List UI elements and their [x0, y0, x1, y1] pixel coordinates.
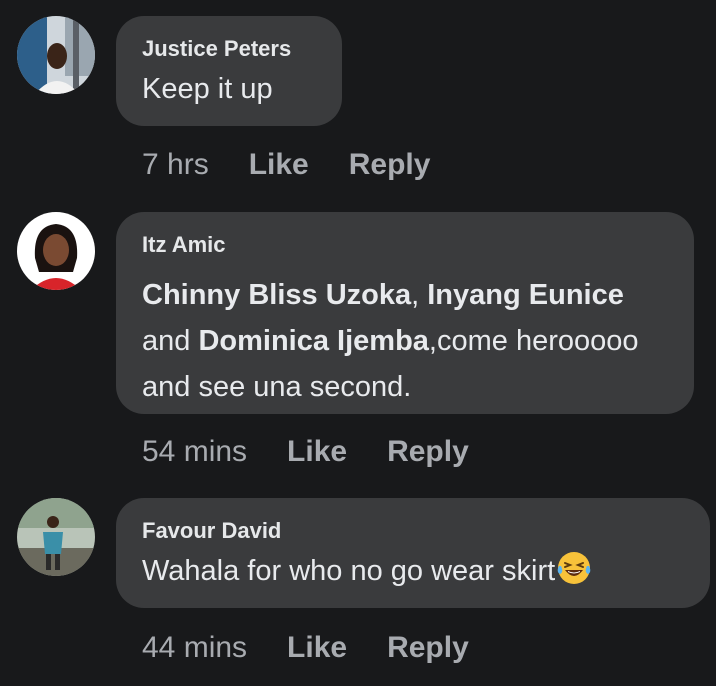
avatar[interactable]: [17, 498, 95, 576]
profile-photo-icon: [17, 498, 95, 576]
comment-bubble: Favour David Wahala for who no go wear s…: [116, 498, 710, 608]
mention-separator: ,: [411, 279, 428, 311]
laughing-tears-emoji-icon: [557, 552, 591, 584]
like-button[interactable]: Like: [249, 147, 309, 183]
comment-author[interactable]: Itz Amic: [142, 232, 668, 258]
comment-actions: 7 hrs Like Reply: [142, 147, 430, 183]
mention-separator: and: [142, 325, 199, 357]
comment-author[interactable]: Favour David: [142, 518, 684, 544]
profile-photo-icon: [17, 212, 95, 290]
comment-actions: 44 mins Like Reply: [142, 630, 469, 666]
comment-text-body: Wahala for who no go wear skirt: [142, 555, 556, 587]
comment-text: Wahala for who no go wear skirt: [142, 548, 684, 594]
comment-timestamp[interactable]: 54 mins: [142, 434, 247, 470]
mention-inyang-eunice[interactable]: Inyang Eunice: [427, 279, 624, 311]
profile-photo-icon: [17, 16, 95, 94]
comment-timestamp[interactable]: 7 hrs: [142, 147, 209, 183]
reply-button[interactable]: Reply: [387, 630, 469, 666]
comment-author[interactable]: Justice Peters: [142, 36, 316, 62]
like-button[interactable]: Like: [287, 434, 347, 470]
avatar[interactable]: [17, 16, 95, 94]
comment-actions: 54 mins Like Reply: [142, 434, 469, 470]
reply-button[interactable]: Reply: [387, 434, 469, 470]
like-button[interactable]: Like: [287, 630, 347, 666]
mention-chinny-bliss-uzoka[interactable]: Chinny Bliss Uzoka: [142, 279, 411, 311]
comment-text: Chinny Bliss Uzoka, Inyang Eunice and Do…: [142, 272, 668, 410]
mention-dominica-ijemba[interactable]: Dominica Ijemba: [198, 325, 428, 357]
comment-text: Keep it up: [142, 73, 273, 105]
comment-timestamp[interactable]: 44 mins: [142, 630, 247, 666]
reply-button[interactable]: Reply: [349, 147, 431, 183]
comment-bubble: Justice Peters Keep it up: [116, 16, 342, 126]
comment-bubble: Itz Amic Chinny Bliss Uzoka, Inyang Euni…: [116, 212, 694, 414]
avatar[interactable]: [17, 212, 95, 290]
